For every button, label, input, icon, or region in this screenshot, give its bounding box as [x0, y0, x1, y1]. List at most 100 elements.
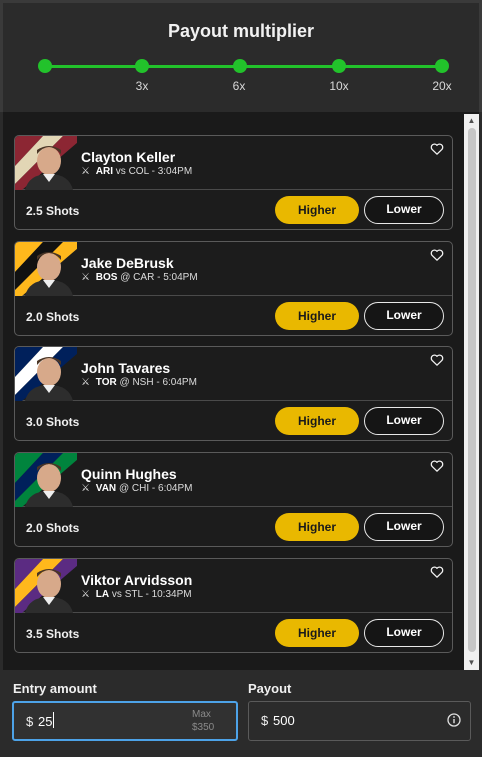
player-name[interactable]: Jake DeBrusk [81, 255, 174, 271]
player-matchup: ⚔ LA vs STL - 10:34PM [81, 589, 192, 600]
player-card-header: Clayton Keller ⚔ ARI vs COL - 3:04PM [15, 136, 452, 190]
player-card-header: Quinn Hughes ⚔ VAN @ CHI - 6:04PM [15, 453, 452, 507]
multiplier-label-20x: 20x [432, 79, 452, 93]
text-cursor [53, 712, 54, 728]
matchup-dash: - [157, 272, 161, 283]
payout-label: Payout [248, 681, 292, 696]
player-team: VAN [95, 483, 117, 494]
game-time: 3:04PM [157, 166, 193, 177]
player-name[interactable]: Viktor Arvidsson [81, 572, 192, 588]
payout-field: $ 500 [248, 701, 471, 741]
higher-button[interactable]: Higher [275, 302, 359, 330]
higher-button[interactable]: Higher [275, 513, 359, 541]
header-title: Payout multiplier [167, 21, 315, 41]
opponent-team: CAR [133, 272, 155, 283]
game-time: 6:04PM [158, 483, 193, 494]
projection-line: 2.0 Shots [26, 310, 80, 324]
scrollbar-thumb[interactable] [468, 128, 476, 652]
multiplier-dot-start [38, 59, 52, 73]
player-card: Clayton Keller ⚔ ARI vs COL - 3:04PM 2.5… [14, 135, 453, 230]
matchup-separator: vs [111, 589, 122, 600]
multiplier-dot-10x [332, 59, 346, 73]
player-headshot-icon [15, 242, 77, 296]
scroll-up-arrow-icon[interactable]: ▲ [464, 114, 479, 128]
player-headshot-icon [15, 347, 77, 401]
player-name[interactable]: Clayton Keller [81, 149, 175, 165]
entry-currency-symbol: $ [26, 714, 34, 729]
multiplier-label-10x: 10x [329, 79, 349, 93]
entry-footer: Entry amount Payout $ 25 Max $350 $ 500 [0, 670, 482, 757]
matchup-separator: @ [119, 377, 130, 388]
projection-line: 2.5 Shots [26, 204, 80, 218]
lower-button[interactable]: Lower [364, 407, 444, 435]
player-headshot-icon [15, 136, 77, 190]
scroll-down-arrow-icon[interactable]: ▼ [464, 656, 479, 670]
multiplier-dot-3x [135, 59, 149, 73]
entry-amount-input[interactable]: $ 25 Max $350 [12, 701, 238, 741]
projection-line: 3.5 Shots [26, 627, 80, 641]
payout-currency-symbol: $ [261, 713, 269, 728]
multiplier-label-6x: 6x [232, 79, 246, 93]
player-card-header: Viktor Arvidsson ⚔ LA vs STL - 10:34PM [15, 559, 452, 613]
player-avatar [15, 242, 77, 296]
opponent-team: NSH [132, 377, 154, 388]
player-avatar [15, 559, 77, 613]
player-team: ARI [95, 166, 114, 177]
player-avatar [15, 347, 77, 401]
favorite-heart-icon[interactable] [430, 142, 444, 156]
player-headshot-icon [15, 453, 77, 507]
player-matchup: ⚔ TOR @ NSH - 6:04PM [81, 377, 197, 388]
projection-line: 3.0 Shots [26, 415, 80, 429]
player-matchup: ⚔ VAN @ CHI - 6:04PM [81, 483, 192, 494]
lower-button[interactable]: Lower [364, 513, 444, 541]
player-matchup: ⚔ ARI vs COL - 3:04PM [81, 166, 192, 177]
matchup-separator: vs [115, 166, 126, 177]
info-icon[interactable] [447, 713, 461, 727]
lower-button[interactable]: Lower [364, 302, 444, 330]
matchup-dash: - [156, 377, 160, 388]
player-list[interactable]: Clayton Keller ⚔ ARI vs COL - 3:04PM 2.5… [3, 112, 479, 670]
higher-button[interactable]: Higher [275, 619, 359, 647]
multiplier-dot-6x [233, 59, 247, 73]
hockey-sticks-icon: ⚔ [81, 589, 90, 600]
player-name[interactable]: Quinn Hughes [81, 466, 177, 482]
opponent-team: COL [128, 166, 149, 177]
opponent-team: STL [124, 589, 143, 600]
entry-amount-value: 25 [38, 714, 53, 729]
entry-max-hint: Max $350 [192, 708, 214, 734]
game-time: 10:34PM [151, 589, 192, 600]
matchup-dash: - [145, 589, 149, 600]
payout-multiplier-header: Payout multiplier 3x 6x 10x 20x [0, 0, 482, 112]
multiplier-dot-20x [435, 59, 449, 73]
player-name[interactable]: John Tavares [81, 360, 170, 376]
favorite-heart-icon[interactable] [430, 248, 444, 262]
opponent-team: CHI [131, 483, 150, 494]
hockey-sticks-icon: ⚔ [81, 377, 90, 388]
matchup-dash: - [151, 166, 155, 177]
matchup-dash: - [151, 483, 156, 494]
game-time: 5:04PM [163, 272, 198, 283]
hockey-sticks-icon: ⚔ [81, 166, 90, 177]
player-team: LA [95, 589, 110, 600]
higher-button[interactable]: Higher [275, 196, 359, 224]
higher-button[interactable]: Higher [275, 407, 359, 435]
player-card: John Tavares ⚔ TOR @ NSH - 6:04PM 3.0 Sh… [14, 346, 453, 441]
lower-button[interactable]: Lower [364, 196, 444, 224]
entry-max-value: $350 [192, 722, 215, 733]
player-card-header: John Tavares ⚔ TOR @ NSH - 6:04PM [15, 347, 452, 401]
favorite-heart-icon[interactable] [430, 353, 444, 367]
payout-value: 500 [273, 713, 295, 728]
player-card: Viktor Arvidsson ⚔ LA vs STL - 10:34PM 3… [14, 558, 453, 653]
player-card: Jake DeBrusk ⚔ BOS @ CAR - 5:04PM 2.0 Sh… [14, 241, 453, 336]
hockey-sticks-icon: ⚔ [81, 483, 90, 494]
player-matchup: ⚔ BOS @ CAR - 5:04PM [81, 272, 198, 283]
player-card-header: Jake DeBrusk ⚔ BOS @ CAR - 5:04PM [15, 242, 452, 296]
favorite-heart-icon[interactable] [430, 565, 444, 579]
favorite-heart-icon[interactable] [430, 459, 444, 473]
lower-button[interactable]: Lower [364, 619, 444, 647]
app-root: Payout multiplier 3x 6x 10x 20x Clayton … [0, 0, 482, 757]
game-time: 6:04PM [162, 377, 197, 388]
multiplier-label-3x: 3x [135, 79, 149, 93]
matchup-separator: @ [118, 483, 130, 494]
hockey-sticks-icon: ⚔ [81, 272, 90, 283]
